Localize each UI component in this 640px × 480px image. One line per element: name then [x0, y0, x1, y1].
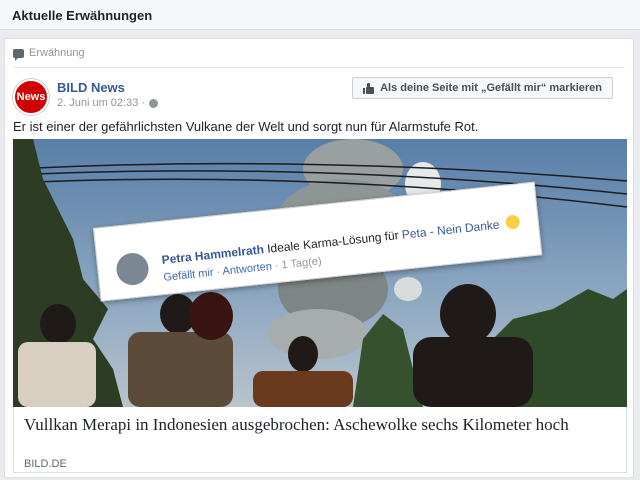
divider — [13, 67, 625, 68]
like-as-page-button[interactable]: Als deine Seite mit „Gefällt mir“ markie… — [352, 77, 613, 99]
link-headline[interactable]: Vullkan Merapi in Indonesien ausgebroche… — [24, 415, 614, 435]
mention-label: Erwähnung — [13, 47, 85, 61]
comment-time[interactable]: 1 Tag(e) — [281, 255, 322, 271]
post-text: Er ist einer der gefährlichsten Vulkane … — [13, 119, 479, 134]
comment-like-link[interactable]: Gefällt mir — [163, 267, 214, 284]
like-button-label: Als deine Seite mit „Gefällt mir“ markie… — [380, 82, 602, 94]
comment-link[interactable]: Peta - Nein Danke — [401, 218, 500, 242]
mention-text: Erwähnung — [29, 47, 85, 59]
separator: · — [215, 265, 221, 279]
page-avatar[interactable]: News — [13, 79, 49, 115]
comment-text: Ideale Karma-Lösung für — [266, 228, 400, 256]
post-meta: 2. Juni um 02:33 · — [57, 97, 159, 109]
page-name-link[interactable]: BILD News — [57, 80, 125, 95]
link-preview[interactable]: Vullkan Merapi in Indonesien ausgebroche… — [13, 407, 627, 473]
commenter-avatar[interactable] — [114, 251, 151, 287]
speech-bubble-icon — [13, 48, 24, 61]
globe-icon — [149, 98, 159, 108]
section-header: Aktuelle Erwähnungen — [0, 0, 640, 30]
separator: · — [274, 259, 280, 273]
link-domain: BILD.DE — [24, 458, 67, 470]
section-title: Aktuelle Erwähnungen — [12, 8, 153, 23]
post-timestamp[interactable]: 2. Juni um 02:33 · — [57, 97, 145, 109]
comment-reply-link[interactable]: Antworten — [222, 261, 273, 278]
thumbs-up-icon — [363, 82, 375, 94]
smiley-icon — [504, 214, 521, 230]
comment-body: Petra Hammelrath Ideale Karma-Lösung für… — [161, 214, 521, 267]
